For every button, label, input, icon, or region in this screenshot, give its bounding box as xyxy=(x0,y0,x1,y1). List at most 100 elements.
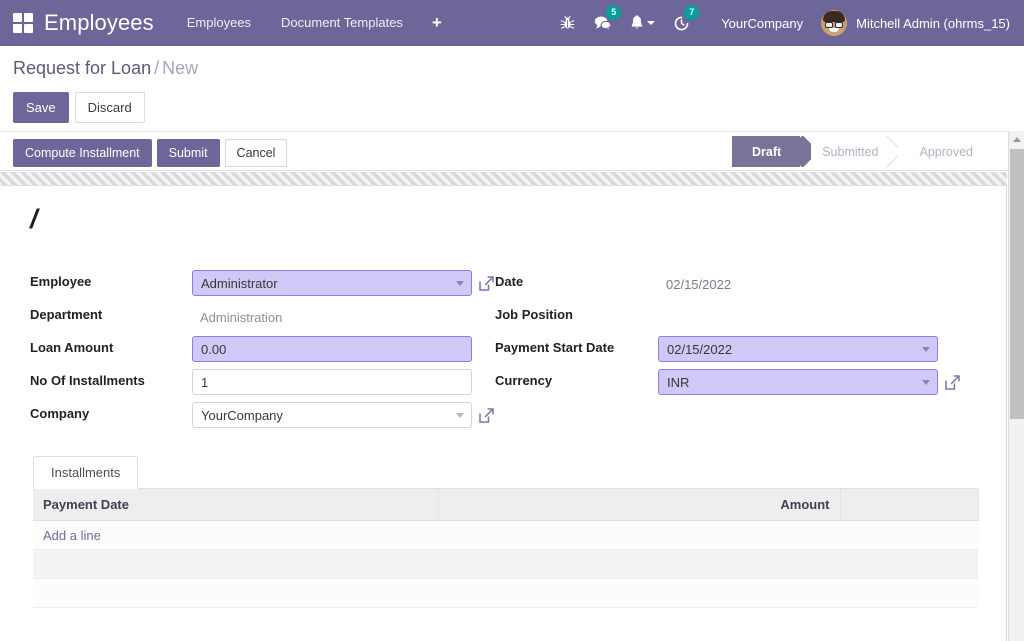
field-payment-start-date-label: Payment Start Date xyxy=(495,340,615,355)
breadcrumb-separator: / xyxy=(154,58,160,78)
add-a-line-row[interactable]: Add a line xyxy=(33,520,978,550)
payment-start-date-wrap xyxy=(658,336,938,362)
menu-add-button[interactable]: + xyxy=(418,0,456,46)
form-column-right: Date 02/15/2022 Job Position Payment Sta… xyxy=(495,266,961,431)
loan-amount-input[interactable] xyxy=(192,336,472,362)
discard-button[interactable]: Discard xyxy=(74,92,145,123)
loading-stripe-band xyxy=(0,172,1007,186)
bell-icon[interactable] xyxy=(621,0,664,46)
user-menu[interactable]: Mitchell Admin (ohrms_15) xyxy=(817,10,1024,36)
field-currency: Currency xyxy=(495,365,961,398)
bug-icon[interactable] xyxy=(551,0,584,46)
table-header-row: Payment Date Amount xyxy=(33,489,979,521)
notebook-tabs: Installments xyxy=(33,456,978,489)
form-sheet: / Employee Administrator Department Admi… xyxy=(0,186,1007,641)
table-row xyxy=(33,578,978,608)
user-menu-label: Mitchell Admin (ohrms_15) xyxy=(856,15,1010,31)
field-job-position-label: Job Position xyxy=(495,307,573,322)
employee-select-wrap xyxy=(192,270,472,296)
field-company-label: Company xyxy=(30,406,90,421)
breadcrumb-root[interactable]: Request for Loan xyxy=(13,58,151,78)
field-employee: Employee xyxy=(30,266,495,299)
field-employee-label: Employee xyxy=(30,274,92,289)
top-navbar: Employees Employees Document Templates +… xyxy=(0,0,1024,46)
department-value: Administration xyxy=(200,310,283,325)
installments-table: Payment Date Amount Add a line xyxy=(33,489,979,608)
field-job-position: Job Position xyxy=(495,299,961,332)
empty-cell xyxy=(33,549,978,579)
status-stage-draft-label: Draft xyxy=(752,144,782,159)
notebook: Installments Payment Date Amount Add a l… xyxy=(33,456,979,608)
chevron-down-icon xyxy=(647,21,656,25)
employee-external-link-icon[interactable] xyxy=(478,275,495,292)
field-date: Date 02/15/2022 xyxy=(495,266,961,299)
activity-clock-icon[interactable]: 7 xyxy=(664,0,700,46)
add-a-line-cell: Add a line xyxy=(33,520,978,550)
column-header-amount[interactable]: Amount xyxy=(438,489,841,521)
date-value: 02/15/2022 xyxy=(666,277,732,292)
field-company: Company xyxy=(30,398,495,431)
table-row xyxy=(33,549,978,579)
scroll-up-button[interactable] xyxy=(1009,131,1024,147)
status-stage-submitted-label: Submitted xyxy=(822,144,879,159)
chevron-down-icon[interactable] xyxy=(456,281,464,286)
messages-badge: 5 xyxy=(606,5,622,20)
page-title: / xyxy=(30,204,38,234)
empty-cell xyxy=(33,578,978,608)
field-payment-start-date: Payment Start Date xyxy=(495,332,961,365)
vertical-scrollbar[interactable] xyxy=(1008,131,1024,641)
company-select-wrap xyxy=(192,402,472,428)
workflow-buttons: Compute Installment Submit Cancel xyxy=(13,139,288,167)
field-loan-amount-label: Loan Amount xyxy=(30,340,114,355)
field-no-of-installments-label: No Of Installments xyxy=(30,373,145,388)
payment-start-date-input[interactable] xyxy=(658,336,938,362)
submit-button[interactable]: Submit xyxy=(156,139,220,167)
stage-chevron-icon xyxy=(883,136,898,167)
employee-input[interactable] xyxy=(192,270,472,296)
field-date-label: Date xyxy=(495,274,524,289)
form-column-left: Employee Administrator Department Admini… xyxy=(30,266,495,431)
compute-installment-button[interactable]: Compute Installment xyxy=(13,139,152,167)
field-no-of-installments: No Of Installments xyxy=(30,365,495,398)
company-switcher[interactable]: YourCompany xyxy=(699,16,817,31)
menu-item-document-templates[interactable]: Document Templates xyxy=(266,0,418,46)
form-grid: Employee Administrator Department Admini… xyxy=(30,266,960,431)
app-brand-title[interactable]: Employees xyxy=(44,10,172,36)
chevron-down-icon[interactable] xyxy=(922,347,930,352)
tab-installments[interactable]: Installments xyxy=(33,456,139,489)
chevron-down-icon[interactable] xyxy=(922,380,930,385)
field-department-label: Department xyxy=(30,307,103,322)
scrollbar-thumb[interactable] xyxy=(1010,149,1024,419)
column-header-spacer xyxy=(840,489,979,521)
menu-item-employees[interactable]: Employees xyxy=(172,0,266,46)
status-stage-draft[interactable]: Draft xyxy=(732,136,801,167)
control-panel: Compute Installment Submit Cancel Draft … xyxy=(0,131,1008,171)
company-input[interactable] xyxy=(192,402,472,428)
cancel-button[interactable]: Cancel xyxy=(224,139,288,167)
record-edit-buttons: Save Discard xyxy=(13,92,145,123)
breadcrumb-area: Request for Loan / New Save Discard xyxy=(0,46,1024,131)
apps-grid-icon[interactable] xyxy=(13,13,33,33)
status-stage-submitted[interactable]: Submitted xyxy=(800,136,897,167)
chevron-down-icon[interactable] xyxy=(456,413,464,418)
chevron-up-icon xyxy=(1013,136,1021,142)
breadcrumb-current: New xyxy=(162,58,199,78)
field-currency-label: Currency xyxy=(495,373,553,388)
status-stage-approved[interactable]: Approved xyxy=(897,136,992,167)
currency-input[interactable] xyxy=(658,369,938,395)
avatar xyxy=(821,10,848,36)
breadcrumb: Request for Loan / New xyxy=(13,58,198,79)
company-external-link-icon[interactable] xyxy=(478,407,495,424)
column-header-payment-date[interactable]: Payment Date xyxy=(33,489,439,521)
field-loan-amount: Loan Amount xyxy=(30,332,495,365)
add-a-line-link[interactable]: Add a line xyxy=(43,528,101,543)
job-position-value xyxy=(658,303,666,329)
status-bar: Draft Submitted Approved xyxy=(732,136,992,167)
save-button[interactable]: Save xyxy=(13,92,69,123)
currency-external-link-icon[interactable] xyxy=(944,374,961,391)
no-of-installments-input[interactable] xyxy=(192,369,472,395)
currency-select-wrap xyxy=(658,369,938,395)
activities-badge: 7 xyxy=(684,5,700,20)
field-department: Department Administration xyxy=(30,299,495,332)
messages-icon[interactable]: 5 xyxy=(584,0,622,46)
